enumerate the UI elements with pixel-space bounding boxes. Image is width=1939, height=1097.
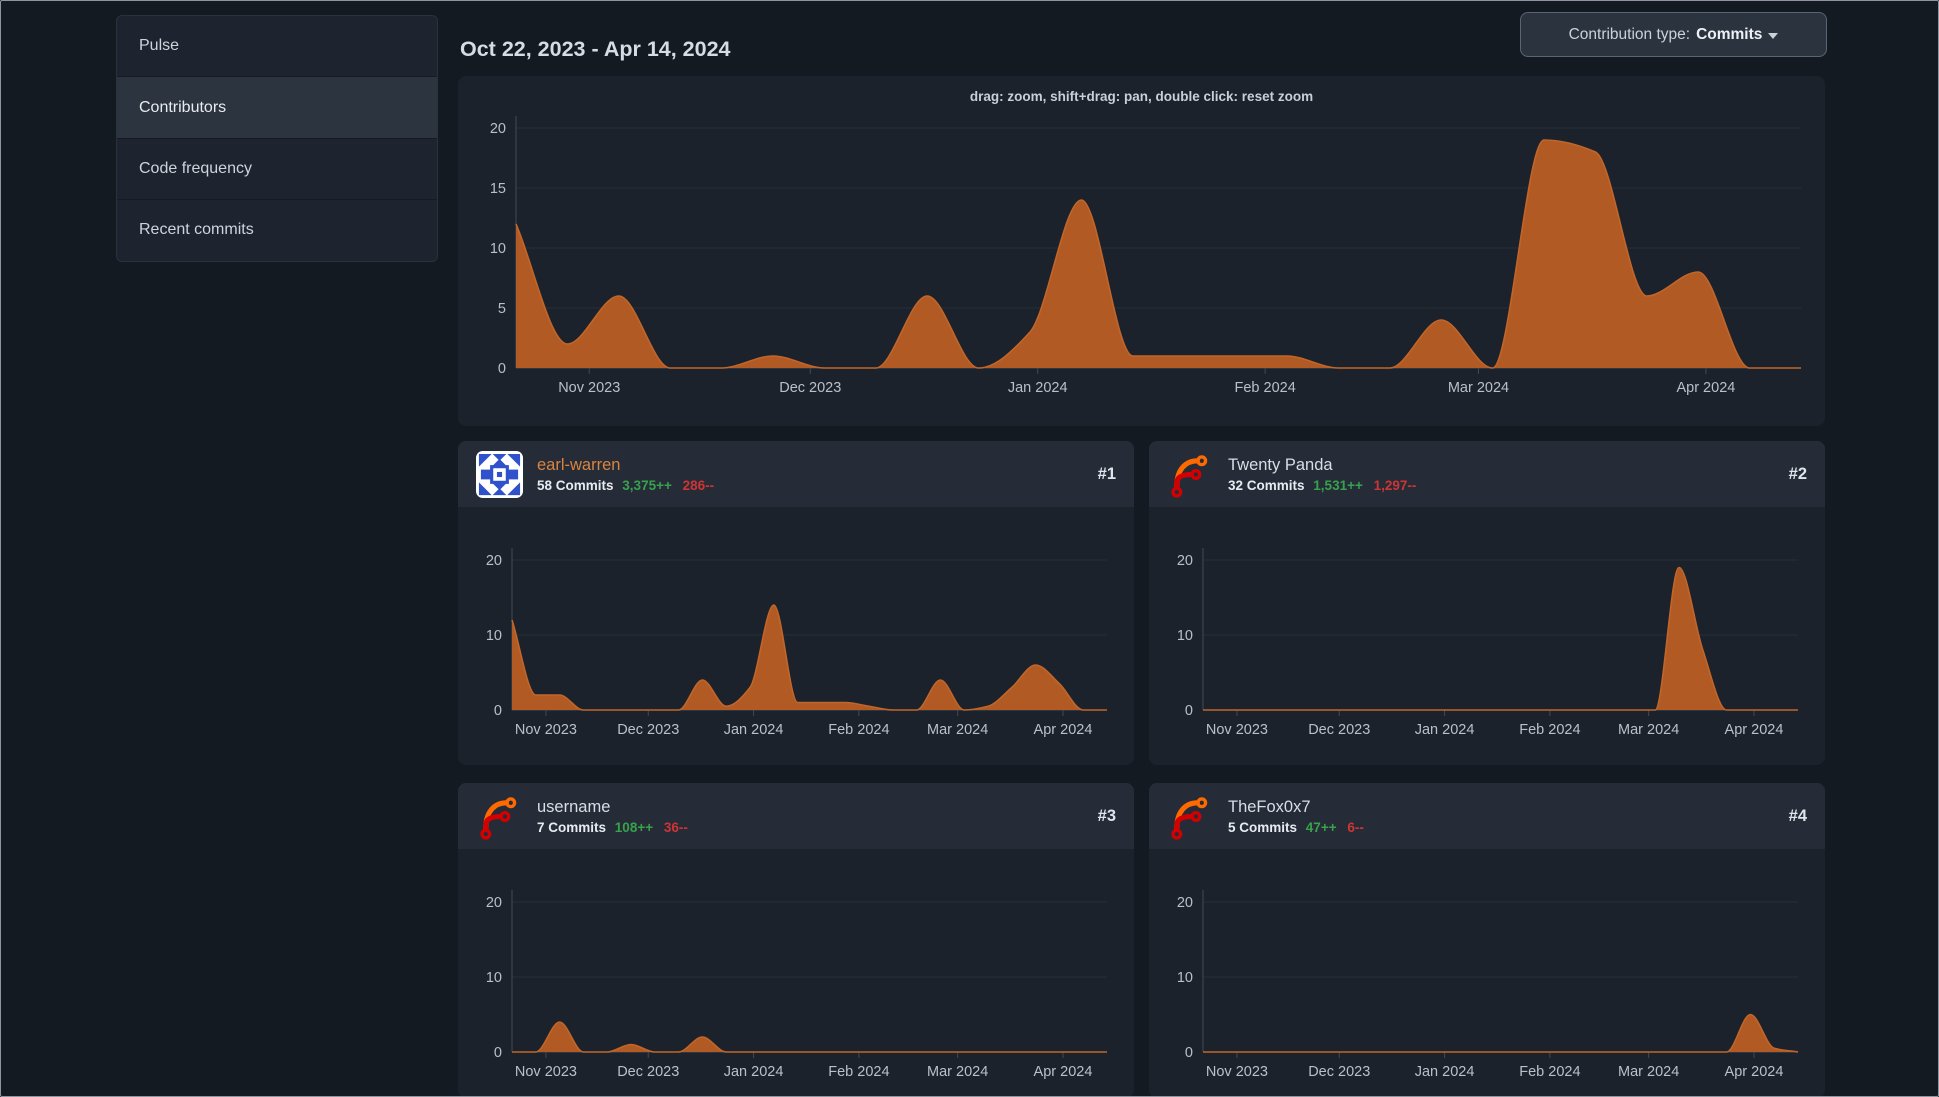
commit-count: 58 Commits	[537, 477, 614, 493]
svg-text:10: 10	[486, 970, 502, 986]
additions-count: 1,531++	[1313, 477, 1363, 493]
forgejo-logo-avatar	[1171, 796, 1208, 840]
chevron-down-icon	[1768, 32, 1779, 39]
svg-text:Feb 2024: Feb 2024	[1519, 1064, 1580, 1080]
svg-text:20: 20	[1177, 895, 1193, 911]
svg-text:Mar 2024: Mar 2024	[1618, 1064, 1679, 1080]
svg-text:10: 10	[1177, 628, 1193, 644]
contributor-name: Twenty Panda	[1228, 455, 1333, 474]
contributor-name: TheFox0x7	[1228, 797, 1311, 816]
svg-text:Jan 2024: Jan 2024	[724, 722, 784, 738]
svg-text:Apr 2024: Apr 2024	[1725, 722, 1784, 738]
contributor-card: username 7 Commits 108++ 36-- #3 0 10 20 No…	[458, 783, 1134, 1097]
svg-text:0: 0	[494, 703, 502, 719]
additions-count: 47++	[1305, 819, 1337, 835]
svg-text:20: 20	[486, 895, 502, 911]
svg-text:10: 10	[1177, 970, 1193, 986]
rank-badge: #4	[1788, 806, 1807, 825]
contributor-name-link[interactable]: earl-warren	[537, 456, 1098, 475]
svg-text:Mar 2024: Mar 2024	[927, 1064, 988, 1080]
sidebar-item-contributors[interactable]: Contributors	[117, 76, 437, 138]
contributor-stats: 7 Commits 108++ 36--	[537, 820, 1098, 835]
svg-text:Nov 2023: Nov 2023	[515, 722, 577, 738]
svg-text:Jan 2024: Jan 2024	[724, 1064, 784, 1080]
svg-text:20: 20	[486, 553, 502, 569]
contributor-stats: 5 Commits 47++ 6--	[1228, 820, 1789, 835]
svg-text:Apr 2024: Apr 2024	[1676, 380, 1735, 396]
chart-zoom-hint: drag: zoom, shift+drag: pan, double clic…	[969, 89, 1314, 104]
sidebar-item-recent-commits[interactable]: Recent commits	[117, 199, 437, 260]
svg-text:Feb 2024: Feb 2024	[1235, 380, 1296, 396]
svg-text:20: 20	[490, 121, 506, 137]
commit-count: 7 Commits	[537, 819, 607, 835]
commit-count: 32 Commits	[1228, 477, 1305, 493]
svg-text:10: 10	[490, 241, 506, 257]
contributor-name: username	[537, 797, 611, 816]
svg-text:Nov 2023: Nov 2023	[558, 380, 620, 396]
date-range-title: Oct 22, 2023 - Apr 14, 2024	[460, 37, 731, 62]
contributors-page: Pulse Contributors Code frequency Recent…	[0, 0, 1939, 1097]
svg-text:0: 0	[1185, 703, 1193, 719]
overview-chart-card: drag: zoom, shift+drag: pan, double clic…	[458, 76, 1825, 426]
svg-text:Feb 2024: Feb 2024	[828, 1064, 889, 1080]
svg-text:Dec 2023: Dec 2023	[1308, 1064, 1370, 1080]
svg-text:Apr 2024: Apr 2024	[1034, 722, 1093, 738]
svg-text:10: 10	[486, 628, 502, 644]
contributor-area-chart[interactable]: 0 10 20 Nov 2023 Dec 2023 Jan 2024 Feb 2024 Mar…	[1149, 849, 1825, 1097]
overview-area-chart[interactable]: 0 5 10 15 20 Nov 2023 Dec 2023 Jan 2024 Feb 2024…	[458, 76, 1825, 426]
contribution-type-dropdown[interactable]: Contribution type: Commits	[1520, 12, 1827, 57]
svg-text:Dec 2023: Dec 2023	[617, 1064, 679, 1080]
svg-text:Apr 2024: Apr 2024	[1034, 1064, 1093, 1080]
additions-count: 3,375++	[622, 477, 672, 493]
svg-text:Nov 2023: Nov 2023	[1206, 1064, 1268, 1080]
svg-text:15: 15	[490, 181, 506, 197]
forgejo-logo-avatar	[1171, 454, 1208, 498]
sidebar-item-pulse[interactable]: Pulse	[117, 16, 437, 76]
svg-text:Apr 2024: Apr 2024	[1725, 1064, 1784, 1080]
svg-text:Jan 2024: Jan 2024	[1415, 1064, 1475, 1080]
svg-text:Dec 2023: Dec 2023	[779, 380, 841, 396]
contributor-stats: 32 Commits 1,531++ 1,297--	[1228, 478, 1789, 493]
deletions-count: 1,297--	[1373, 477, 1417, 493]
rank-badge: #3	[1097, 806, 1116, 825]
rank-badge: #2	[1788, 464, 1807, 483]
svg-text:Jan 2024: Jan 2024	[1415, 722, 1475, 738]
deletions-count: 36--	[663, 819, 688, 835]
svg-text:Nov 2023: Nov 2023	[1206, 722, 1268, 738]
contributor-area-chart[interactable]: 0 10 20 Nov 2023 Dec 2023 Jan 2024 Feb 2024 Mar…	[458, 507, 1134, 765]
svg-text:0: 0	[1185, 1045, 1193, 1061]
commit-count: 5 Commits	[1228, 819, 1298, 835]
deletions-count: 286--	[682, 477, 715, 493]
avatar-identicon	[476, 450, 523, 498]
contributor-card: TheFox0x7 5 Commits 47++ 6-- #4 0 10 20 Nov…	[1149, 783, 1825, 1097]
contributor-area-chart[interactable]: 0 10 20 Nov 2023 Dec 2023 Jan 2024 Feb 2024 Mar…	[1149, 507, 1825, 765]
sidebar-item-code-frequency[interactable]: Code frequency	[117, 137, 437, 199]
contributor-stats: 58 Commits 3,375++ 286--	[537, 478, 1098, 493]
svg-text:Dec 2023: Dec 2023	[617, 722, 679, 738]
svg-text:Mar 2024: Mar 2024	[1618, 722, 1679, 738]
svg-text:Dec 2023: Dec 2023	[1308, 722, 1370, 738]
svg-text:Jan 2024: Jan 2024	[1008, 380, 1068, 396]
svg-text:Feb 2024: Feb 2024	[1519, 722, 1580, 738]
svg-text:Mar 2024: Mar 2024	[927, 722, 988, 738]
rank-badge: #1	[1097, 464, 1116, 483]
contributor-card: Twenty Panda 32 Commits 1,531++ 1,297-- …	[1149, 441, 1825, 765]
sidebar-menu: Pulse Contributors Code frequency Recent…	[116, 15, 438, 262]
svg-text:Mar 2024: Mar 2024	[1448, 380, 1509, 396]
additions-count: 108++	[614, 819, 654, 835]
svg-text:Feb 2024: Feb 2024	[828, 722, 889, 738]
contribution-type-label: Contribution type:	[1568, 25, 1691, 43]
contributor-area-chart[interactable]: 0 10 20 Nov 2023 Dec 2023 Jan 2024 Feb 2024 Mar…	[458, 849, 1134, 1097]
svg-text:5: 5	[498, 301, 506, 317]
forgejo-logo-avatar	[480, 796, 517, 840]
svg-text:0: 0	[498, 361, 506, 377]
svg-text:Nov 2023: Nov 2023	[515, 1064, 577, 1080]
svg-text:20: 20	[1177, 553, 1193, 569]
contributor-card: earl-warren 58 Commits 3,375++ 286-- #1 …	[458, 441, 1134, 765]
deletions-count: 6--	[1347, 819, 1364, 835]
svg-text:0: 0	[494, 1045, 502, 1061]
contribution-type-value: Commits	[1696, 25, 1763, 43]
